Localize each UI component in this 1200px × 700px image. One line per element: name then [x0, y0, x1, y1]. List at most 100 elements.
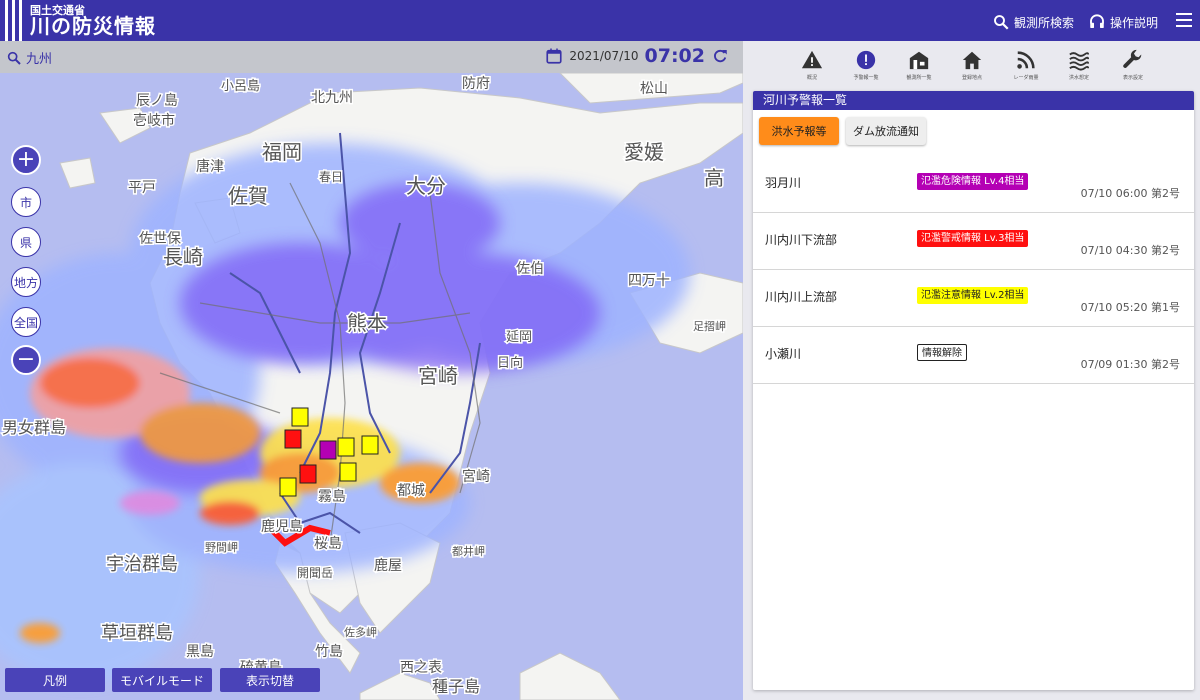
dam-release-filter-button[interactable]: ダム放流通知: [846, 117, 926, 145]
zoom-in-button[interactable]: +: [11, 145, 41, 175]
place-label: 開聞岳: [297, 566, 333, 580]
place-label: 大分: [406, 174, 446, 198]
time-text: 07:02: [644, 45, 705, 67]
map-area[interactable]: 九州 2021/07/10 07:02 辰ノ島 壱岐市 小呂島 北九州 防府 松…: [0, 41, 743, 700]
date-text: 2021/07/10: [569, 49, 639, 63]
place-label: 高: [704, 166, 724, 190]
place-label: 愛媛: [624, 140, 664, 164]
place-label: 宮崎: [418, 364, 458, 388]
place-label: 松山: [640, 81, 668, 97]
scale-prefecture-button[interactable]: 県: [11, 227, 41, 257]
river-name: 小瀬川: [765, 347, 802, 361]
refresh-icon[interactable]: [711, 47, 729, 65]
radar-map[interactable]: 辰ノ島壱岐市小呂島北九州防府 松山福岡唐津佐賀春日 大分愛媛高平戸佐世保長崎熊本宮崎…: [0, 73, 743, 700]
issued-time: 07/09 01:30 第2号: [1080, 358, 1180, 371]
right-panel: 概況 予警報一覧 観測所一覧 登録地点 レーダ雨量 洪水想定 表示設定 河川予警…: [743, 41, 1200, 700]
tool-label: 観測所一覧: [906, 75, 932, 81]
place-label: 鹿屋: [374, 557, 402, 574]
place-label: 佐賀: [228, 184, 268, 208]
place-label: 都井岬: [452, 544, 485, 558]
legend-button[interactable]: 凡例: [5, 668, 105, 692]
mobile-mode-button[interactable]: モバイルモード: [112, 668, 212, 692]
river-warning-list: 河川予警報一覧 洪水予報等 ダム放流通知 羽月川 氾濫危険情報 Lv.4相当 0…: [753, 91, 1194, 690]
tool-registered-points[interactable]: 登録地点: [944, 49, 1000, 89]
place-label: 宮崎: [462, 469, 490, 485]
tool-flood-assumption[interactable]: 洪水想定: [1051, 49, 1107, 89]
river-name: 川内川上流部: [765, 290, 838, 304]
place-label: 西之表: [400, 660, 442, 676]
place-label: 宇治群島: [106, 554, 178, 575]
place-label: 男女群島: [2, 418, 66, 437]
station-list-icon: [909, 51, 929, 70]
place-label: 唐津: [196, 158, 224, 175]
tool-label: 洪水想定: [1068, 75, 1089, 81]
panel-title: 河川予警報一覧: [753, 91, 1194, 110]
warning-icon: [801, 50, 823, 69]
filter-row: 洪水予報等 ダム放流通知: [753, 110, 1194, 156]
search-icon: [994, 15, 1009, 30]
place-label: 佐伯: [516, 261, 544, 277]
station-search-button[interactable]: 観測所検索: [992, 12, 1074, 32]
region-search[interactable]: 九州: [6, 48, 52, 67]
river-name: 川内川下流部: [765, 233, 838, 247]
warning-row[interactable]: 小瀬川 情報解除 07/09 01:30 第2号: [753, 327, 1194, 384]
rss-icon: [1017, 51, 1035, 69]
scale-nation-button[interactable]: 全国: [11, 307, 41, 337]
place-label: 鹿児島: [261, 518, 303, 535]
place-label: 霧島: [318, 489, 346, 505]
map-topbar: 九州 2021/07/10 07:02: [0, 41, 743, 73]
scale-city-button[interactable]: 市: [11, 187, 41, 217]
app-header: 国土交通省 川の防災情報 観測所検索 操作説明: [0, 0, 1200, 41]
tool-label: レーダ雨量: [1013, 75, 1039, 81]
wrench-icon: [1123, 49, 1142, 68]
tool-display-settings[interactable]: 表示設定: [1105, 49, 1161, 89]
menu-icon[interactable]: [1176, 13, 1192, 27]
place-label: 福岡: [262, 140, 302, 164]
calendar-icon[interactable]: [545, 47, 563, 65]
place-label: 壱岐市: [133, 112, 175, 129]
river-name: 羽月川: [765, 176, 802, 190]
tool-station-list[interactable]: 観測所一覧: [891, 49, 947, 89]
station-search-label: 観測所検索: [1014, 15, 1075, 30]
warning-level-badge: 氾濫注意情報 Lv.2相当: [917, 287, 1029, 304]
display-toggle-button[interactable]: 表示切替: [220, 668, 320, 692]
zoom-out-button[interactable]: −: [11, 345, 41, 375]
place-label: 平戸: [128, 180, 156, 196]
warning-level-badge: 氾濫危険情報 Lv.4相当: [917, 173, 1029, 190]
place-label: 竹島: [315, 644, 343, 660]
tool-label: 予警報一覧: [853, 75, 879, 81]
place-label: 延岡: [506, 330, 532, 345]
warning-level-badge: 氾濫警戒情報 Lv.3相当: [917, 230, 1029, 247]
place-label: 黒島: [186, 644, 214, 660]
warning-row[interactable]: 羽月川 氾濫危険情報 Lv.4相当 07/10 06:00 第2号: [753, 156, 1194, 213]
place-label: 足摺岬: [693, 319, 726, 333]
place-label: 種子島: [432, 677, 480, 696]
mlit-logo: [5, 0, 27, 41]
place-label: 北九州: [311, 90, 353, 106]
tool-label: 概況: [806, 75, 817, 81]
place-label: 防府: [462, 76, 490, 92]
tool-overview[interactable]: 概況: [784, 49, 840, 89]
place-label: 佐多岬: [344, 625, 377, 639]
place-label: 野間岬: [205, 541, 238, 554]
alert-icon: [856, 50, 876, 70]
place-label: 辰ノ島: [136, 93, 178, 109]
warning-row[interactable]: 川内川下流部 氾濫警戒情報 Lv.3相当 07/10 04:30 第2号: [753, 213, 1194, 270]
region-name: 九州: [26, 52, 53, 67]
scale-region-button[interactable]: 地方: [11, 267, 41, 297]
issued-time: 07/10 04:30 第2号: [1080, 244, 1180, 257]
waves-icon: [1069, 52, 1090, 71]
tool-radar-rain[interactable]: レーダ雨量: [998, 49, 1054, 89]
observation-datetime: 2021/07/10 07:02: [545, 45, 729, 67]
flood-forecast-filter-button[interactable]: 洪水予報等: [759, 117, 839, 145]
place-label: 日向: [497, 355, 523, 371]
warning-row[interactable]: 川内川上流部 氾濫注意情報 Lv.2相当 07/10 05:20 第1号: [753, 270, 1194, 327]
search-icon: [7, 51, 21, 65]
place-label: 春日: [319, 170, 343, 184]
issued-time: 07/10 05:20 第1号: [1080, 301, 1180, 314]
site-title[interactable]: 川の防災情報: [30, 14, 156, 38]
headset-icon: [1090, 14, 1104, 28]
tool-warning-list[interactable]: 予警報一覧: [838, 49, 894, 89]
help-button[interactable]: 操作説明: [1088, 12, 1158, 32]
place-label: 桜島: [314, 536, 342, 552]
